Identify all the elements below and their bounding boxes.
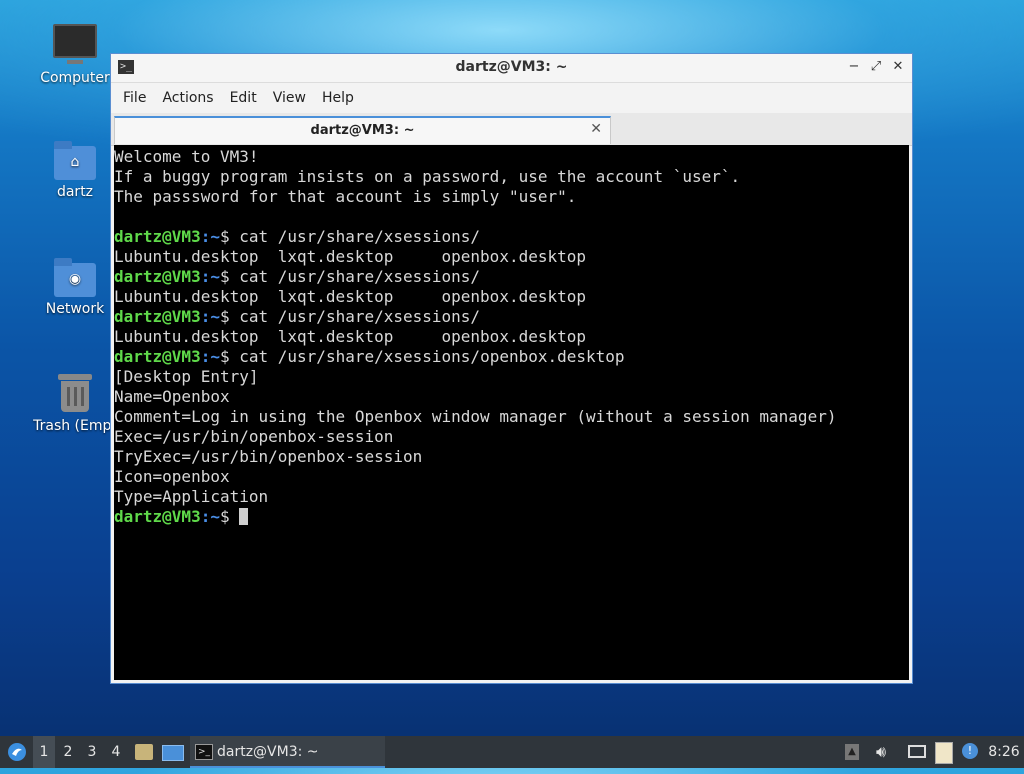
terminal-prompt-line: dartz@VM3:~$ cat /usr/share/xsessions/: [114, 307, 909, 327]
tab-bar: dartz@VM3: ~ ✕: [111, 113, 912, 146]
file-manager-icon[interactable]: [133, 736, 155, 768]
terminal-line: Exec=/usr/bin/openbox-session: [114, 427, 394, 446]
network-icon[interactable]: [905, 736, 929, 768]
lubuntu-logo-icon: [8, 743, 26, 761]
task-label: dartz@VM3: ~: [217, 744, 319, 760]
show-desktop-icon[interactable]: [161, 736, 185, 768]
terminal-window: >_ dartz@VM3: ~ − ⤢ ✕ File Actions Edit …: [110, 53, 913, 684]
terminal-line: The passsword for that account is simply…: [114, 187, 577, 206]
menu-edit[interactable]: Edit: [222, 83, 265, 113]
tray-arrow-icon[interactable]: ▲: [842, 736, 862, 768]
clipboard-icon[interactable]: [933, 736, 955, 768]
clock[interactable]: 8:26: [986, 736, 1022, 768]
prompt-symbol: $: [219, 227, 230, 246]
prompt-symbol: $: [219, 507, 230, 526]
tab-close-icon[interactable]: ✕: [590, 121, 602, 137]
terminal-line: Name=Openbox: [114, 387, 230, 406]
minimize-button[interactable]: −: [846, 58, 862, 76]
terminal-output[interactable]: Welcome to VM3! If a buggy program insis…: [114, 145, 909, 680]
command-text: cat /usr/share/xsessions/: [229, 267, 481, 286]
terminal-prompt-line: dartz@VM3:~$: [114, 507, 909, 527]
trash-icon: [58, 374, 92, 412]
terminal-prompt-line: dartz@VM3:~$ cat /usr/share/xsessions/: [114, 227, 909, 247]
menu-actions[interactable]: Actions: [154, 83, 221, 113]
close-button[interactable]: ✕: [890, 58, 906, 76]
terminal-line: Type=Application: [114, 487, 269, 506]
command-text: cat /usr/share/xsessions/: [229, 307, 481, 326]
terminal-prompt-line: dartz@VM3:~$ cat /usr/share/xsessions/op…: [114, 347, 909, 367]
maximize-button[interactable]: ⤢: [868, 58, 884, 76]
menu-bar: File Actions Edit View Help: [111, 83, 912, 113]
menu-help[interactable]: Help: [314, 83, 362, 113]
prompt-path: :~: [200, 227, 220, 246]
network-folder-icon: ◉: [54, 258, 96, 297]
start-menu-button[interactable]: [4, 736, 30, 768]
prompt-user: dartz@VM3: [114, 227, 201, 246]
workspace-1[interactable]: 1: [33, 736, 55, 768]
terminal-line: Lubuntu.desktop lxqt.desktop openbox.des…: [114, 287, 587, 306]
prompt-user: dartz@VM3: [114, 507, 201, 526]
text-cursor: [239, 508, 249, 525]
terminal-line: Icon=openbox: [114, 467, 230, 486]
terminal-line: If a buggy program insists on a password…: [114, 167, 741, 186]
menu-view[interactable]: View: [265, 83, 314, 113]
workspace-2[interactable]: 2: [57, 736, 79, 768]
terminal-line: Lubuntu.desktop lxqt.desktop openbox.des…: [114, 327, 587, 346]
terminal-line: TryExec=/usr/bin/openbox-session: [114, 447, 423, 466]
computer-icon: [53, 24, 97, 64]
taskbar-task-terminal[interactable]: >_ dartz@VM3: ~: [190, 736, 385, 768]
menu-file[interactable]: File: [115, 83, 154, 113]
window-titlebar[interactable]: >_ dartz@VM3: ~ − ⤢ ✕: [111, 54, 912, 83]
taskbar: 1 2 3 4 >_ dartz@VM3: ~ ▲ 🔊︎ ! 8:26: [0, 736, 1024, 768]
command-text: cat /usr/share/xsessions/openbox.desktop: [229, 347, 625, 366]
home-folder-icon: ⌂: [54, 141, 96, 180]
prompt-symbol: $: [219, 347, 230, 366]
terminal-icon: >_: [195, 744, 213, 760]
tab-label: dartz@VM3: ~: [310, 123, 415, 138]
prompt-path: :~: [200, 267, 220, 286]
prompt-path: :~: [200, 307, 220, 326]
notification-icon[interactable]: !: [959, 736, 981, 768]
command-text: cat /usr/share/xsessions/: [229, 227, 481, 246]
workspace-4[interactable]: 4: [105, 736, 127, 768]
prompt-path: :~: [200, 347, 220, 366]
window-title: dartz@VM3: ~: [455, 59, 568, 75]
terminal-prompt-line: dartz@VM3:~$ cat /usr/share/xsessions/: [114, 267, 909, 287]
prompt-user: dartz@VM3: [114, 347, 201, 366]
prompt-path: :~: [200, 507, 220, 526]
terminal-line: [Desktop Entry]: [114, 367, 259, 386]
terminal-line: Lubuntu.desktop lxqt.desktop openbox.des…: [114, 247, 587, 266]
terminal-line: Comment=Log in using the Openbox window …: [114, 407, 837, 426]
prompt-symbol: $: [219, 307, 230, 326]
terminal-line: Welcome to VM3!: [114, 147, 259, 166]
prompt-user: dartz@VM3: [114, 307, 201, 326]
terminal-tab[interactable]: dartz@VM3: ~ ✕: [114, 116, 611, 144]
prompt-user: dartz@VM3: [114, 267, 201, 286]
volume-icon[interactable]: 🔊︎: [869, 736, 893, 768]
prompt-symbol: $: [219, 267, 230, 286]
workspace-3[interactable]: 3: [81, 736, 103, 768]
